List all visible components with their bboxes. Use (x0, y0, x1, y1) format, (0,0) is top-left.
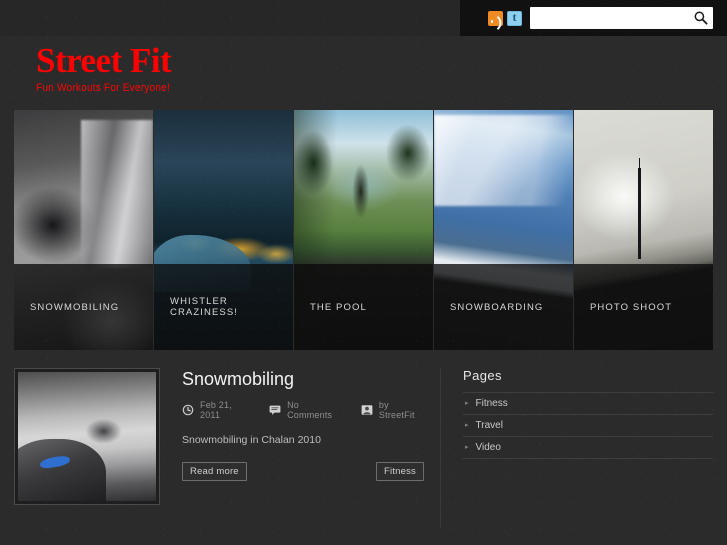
search-icon[interactable] (693, 10, 709, 26)
brand[interactable]: Street Fit Fun Workouts For Everyone! (36, 42, 182, 95)
read-more-button[interactable]: Read more (182, 462, 247, 481)
featured-caption-bar: WHISTLER CRAZINESS! (154, 264, 293, 350)
chevron-right-icon: ▸ (465, 400, 469, 407)
sidebar-item-label: Video (475, 442, 501, 453)
search-input[interactable] (530, 7, 713, 29)
twitter-icon[interactable] (507, 10, 522, 26)
site-title[interactable]: Street Fit (36, 42, 182, 80)
clock-icon (182, 404, 194, 416)
social-links (488, 10, 522, 26)
content-column: Snowmobiling Feb 21, 2011 No Comments by… (14, 368, 441, 528)
post-comments[interactable]: No Comments (269, 400, 343, 420)
featured-caption-bar: THE POOL (294, 264, 433, 350)
featured-item-photo-shoot[interactable]: PHOTO SHOOT (574, 110, 713, 350)
sidebar: Pages ▸ Fitness ▸ Travel ▸ Video (441, 368, 713, 528)
featured-caption: WHISTLER CRAZINESS! (170, 296, 239, 318)
rss-icon[interactable] (488, 10, 503, 26)
featured-caption: PHOTO SHOOT (590, 301, 673, 313)
featured-item-whistler[interactable]: WHISTLER CRAZINESS! (154, 110, 293, 350)
sidebar-widget-title: Pages (463, 368, 713, 393)
list-item[interactable]: ▸ Travel (463, 415, 713, 437)
chevron-right-icon: ▸ (465, 444, 469, 451)
sidebar-item-travel[interactable]: ▸ Travel (463, 415, 713, 436)
featured-caption: THE POOL (310, 301, 367, 313)
post-title[interactable]: Snowmobiling (182, 368, 424, 390)
post-comments-text: No Comments (287, 400, 333, 420)
sidebar-item-video[interactable]: ▸ Video (463, 437, 713, 458)
post-category-tag[interactable]: Fitness (375, 462, 424, 481)
featured-item-pool[interactable]: THE POOL (294, 110, 433, 350)
featured-caption-bar: PHOTO SHOOT (574, 264, 713, 350)
search-box[interactable] (530, 7, 713, 29)
chevron-right-icon: ▸ (465, 422, 469, 429)
featured-caption: SNOWBOARDING (450, 301, 544, 313)
post-actions: Read more Fitness (182, 462, 424, 481)
post-author[interactable]: by StreetFit (361, 400, 424, 420)
site-tagline: Fun Workouts For Everyone! (36, 82, 170, 94)
user-icon (361, 405, 373, 415)
featured-item-snowboarding[interactable]: SNOWBOARDING (434, 110, 573, 350)
sidebar-item-label: Fitness (475, 398, 508, 409)
post-excerpt: Snowmobiling in Chalan 2010 (182, 434, 321, 446)
top-bar (0, 0, 727, 36)
featured-caption-bar: SNOWBOARDING (434, 264, 573, 350)
post-thumbnail[interactable] (14, 368, 160, 505)
featured-caption-bar: SNOWMOBILING (14, 264, 153, 350)
sidebar-item-label: Travel (475, 420, 503, 431)
featured-item-snowmobiling[interactable]: SNOWMOBILING (14, 110, 153, 350)
featured-slider: SNOWMOBILING WHISTLER CRAZINESS! THE POO… (14, 110, 713, 350)
sidebar-pages-list: ▸ Fitness ▸ Travel ▸ Video (463, 393, 713, 459)
comment-icon (269, 405, 281, 415)
post-body: Snowmobiling Feb 21, 2011 No Comments by… (160, 368, 424, 528)
post-author-text: by StreetFit (378, 400, 415, 420)
post-meta: Feb 21, 2011 No Comments by StreetFit (182, 400, 424, 420)
featured-caption: SNOWMOBILING (30, 301, 120, 313)
main-area: Snowmobiling Feb 21, 2011 No Comments by… (14, 368, 713, 528)
sidebar-item-fitness[interactable]: ▸ Fitness (463, 393, 713, 414)
list-item[interactable]: ▸ Fitness (463, 393, 713, 415)
snowmobiling-photo (18, 372, 156, 501)
site-header: Street Fit Fun Workouts For Everyone! (0, 36, 727, 110)
list-item[interactable]: ▸ Video (463, 437, 713, 459)
top-bar-panel (460, 0, 727, 36)
post-date: Feb 21, 2011 (182, 400, 251, 420)
post-date-text: Feb 21, 2011 (200, 400, 232, 420)
